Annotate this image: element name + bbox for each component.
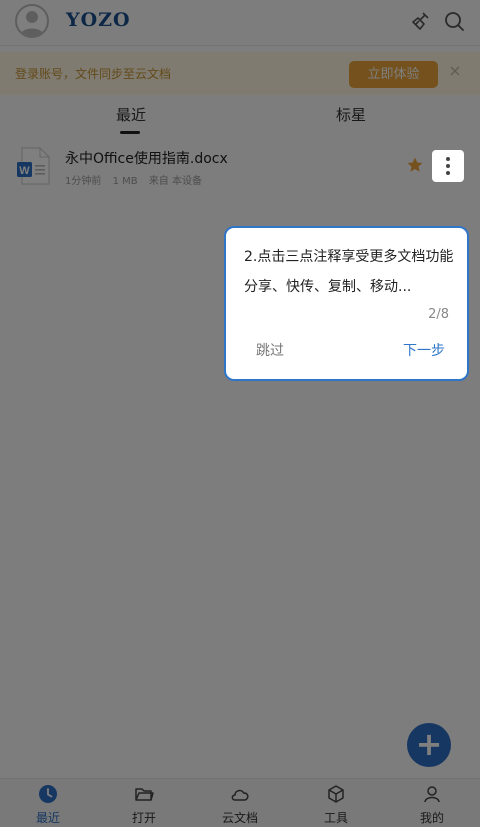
more-options-button[interactable]	[432, 150, 464, 182]
guide-tooltip: 2.点击三点注释享受更多文档功能 分享、快传、复制、移动... 2/8 跳过 下…	[224, 226, 469, 381]
more-dot	[446, 164, 450, 168]
guide-page-indicator: 2/8	[428, 307, 449, 322]
more-dot	[446, 171, 450, 175]
guide-line-1: 2.点击三点注释享受更多文档功能	[244, 249, 454, 265]
guide-overlay[interactable]	[0, 0, 480, 827]
skip-button[interactable]: 跳过	[256, 340, 284, 360]
more-dot	[446, 157, 450, 161]
next-step-button[interactable]: 下一步	[403, 340, 445, 360]
app-screen: YOZO 登录账号，文件同步至云文档 立即体验 × 最近 标星	[0, 0, 480, 827]
guide-line-2: 分享、快传、复制、移动...	[244, 279, 412, 295]
